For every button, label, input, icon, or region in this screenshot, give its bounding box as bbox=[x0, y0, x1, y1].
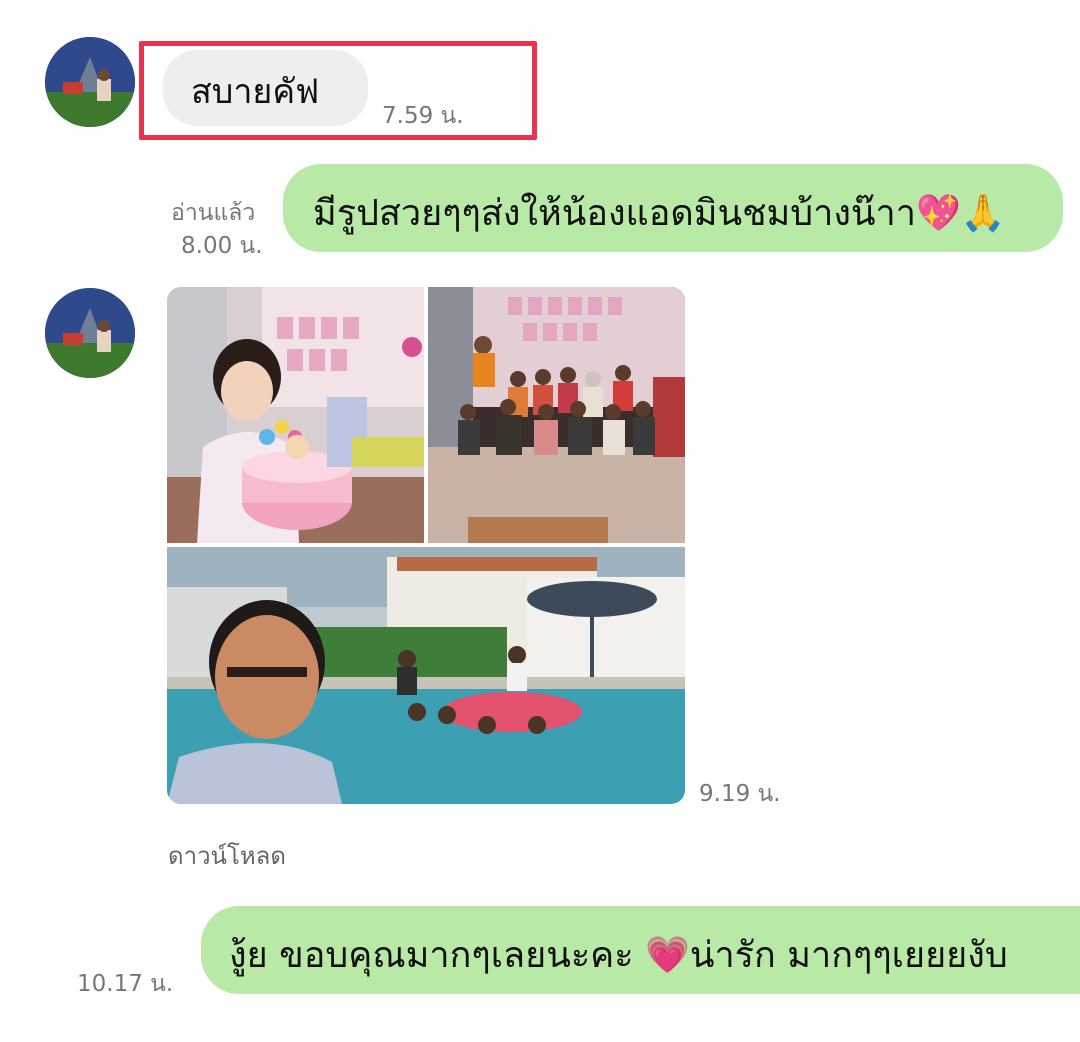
photo-image bbox=[428, 287, 685, 543]
outgoing-message-bubble[interactable]: งู้ย ขอบคุณมากๆเลยนะคะ 💗น่ารัก มากๆๆเยยย… bbox=[201, 906, 1080, 994]
avatar-image bbox=[45, 288, 135, 378]
message-text-body: มีรูปสวยๆๆส่งให้น้องแอดมินชมบ้างน๊าา bbox=[313, 193, 916, 234]
avatar-image bbox=[45, 37, 135, 127]
pink-heart-icon: 💗 bbox=[645, 935, 690, 976]
photo-girl-with-cake[interactable] bbox=[167, 287, 424, 543]
message-time: 10.17 น. bbox=[77, 971, 174, 997]
read-receipt: อ่านแล้ว bbox=[171, 200, 256, 226]
message-text-part: งู้ย ขอบคุณมากๆเลยนะคะ bbox=[229, 935, 646, 976]
sender-avatar[interactable] bbox=[45, 37, 135, 127]
photo-collage[interactable] bbox=[167, 287, 685, 804]
message-text: มีรูปสวยๆๆส่งให้น้องแอดมินชมบ้างน๊าา💖🙏 bbox=[313, 184, 1006, 241]
folded-hands-icon: 🙏 bbox=[960, 193, 1006, 234]
message-text: งู้ย ขอบคุณมากๆเลยนะคะ 💗น่ารัก มากๆๆเยยย… bbox=[229, 926, 1008, 983]
photo-family-group[interactable] bbox=[428, 287, 685, 543]
message-text-part: น่ารัก มากๆๆเยยยงับ bbox=[689, 935, 1008, 976]
photo-image bbox=[167, 287, 424, 543]
photo-pool-selfie[interactable] bbox=[167, 547, 685, 804]
highlight-box bbox=[139, 41, 537, 140]
download-link[interactable]: ดาวน์โหลด bbox=[168, 836, 286, 875]
message-time: 9.19 น. bbox=[699, 781, 781, 807]
sender-avatar[interactable] bbox=[45, 288, 135, 378]
photo-image bbox=[167, 547, 685, 804]
message-time: 8.00 น. bbox=[181, 233, 263, 259]
outgoing-message-bubble[interactable]: มีรูปสวยๆๆส่งให้น้องแอดมินชมบ้างน๊าา💖🙏 bbox=[283, 164, 1063, 252]
sparkling-heart-icon: 💖 bbox=[915, 193, 961, 234]
